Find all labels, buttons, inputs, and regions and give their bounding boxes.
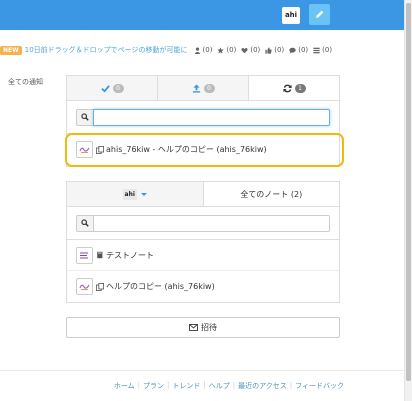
footer-link-home[interactable]: ホーム (114, 381, 135, 391)
footer-separator: | (137, 381, 141, 389)
notification-tabs: 0 0 1 (67, 76, 339, 101)
stat-stars-value: (0) (226, 46, 237, 54)
search-icon (81, 219, 89, 227)
tab-all-notes-label: 全てのノート (2) (240, 189, 303, 199)
notes-search (67, 207, 339, 240)
footer-link-recent[interactable]: 最近のアクセス (238, 381, 287, 391)
list-icon (313, 47, 320, 53)
book-icon (96, 251, 104, 259)
tab-updates[interactable]: 1 (249, 76, 339, 100)
heart-icon (241, 47, 248, 53)
tab-user-notes[interactable]: ahi (67, 182, 204, 206)
notification-search-input[interactable] (93, 108, 330, 126)
stat-users[interactable]: (0) (194, 46, 213, 54)
scrollbar[interactable] (404, 0, 412, 401)
footer-separator: | (289, 381, 293, 389)
footer-link-feedback[interactable]: フィードバック (295, 381, 344, 391)
chevron-down-icon (140, 192, 147, 196)
pencil-icon (316, 10, 324, 18)
star-icon (217, 46, 225, 54)
news-link[interactable]: 10日前ドラッグ＆ドロップでページの移動が可能に (25, 45, 188, 55)
user-avatar-button[interactable]: ahi (282, 7, 300, 24)
note-scribble-icon (79, 284, 90, 290)
note-list-item[interactable]: テストノート (67, 240, 339, 271)
info-line: NEW 10日前ドラッグ＆ドロップでページの移動が可能に (0) (0) (0)… (0, 44, 404, 56)
stat-lists[interactable]: (0) (313, 46, 332, 54)
search-icon (81, 113, 89, 121)
stat-likes[interactable]: (0) (265, 46, 284, 54)
footer-links: ホーム | プラン | トレンド | ヘルプ | 最近のアクセス | フィードバック (114, 381, 344, 391)
stat-users-value: (0) (202, 46, 213, 54)
updates-count: 1 (294, 83, 306, 93)
notes-panel: ahi 全てのノート (2) テストノート ヘルプのコピー (ahis_76ki… (66, 181, 340, 303)
search-addon (76, 108, 93, 126)
notification-search (67, 101, 339, 134)
stat-lists-value: (0) (322, 46, 333, 54)
highlight-box (65, 133, 344, 167)
stat-likes-value: (0) (274, 46, 285, 54)
note-scribble-icon (80, 252, 88, 258)
footer-link-plan[interactable]: プラン (143, 381, 164, 391)
scrollbar-thumb[interactable] (406, 3, 411, 381)
notes-search-input[interactable] (93, 214, 330, 232)
stat-comments-value: (0) (298, 46, 309, 54)
top-bar: ahi (0, 0, 404, 30)
tab-all-notes[interactable]: 全てのノート (2) (203, 182, 339, 206)
new-badge: NEW (0, 45, 22, 55)
copy-icon (96, 282, 104, 291)
refresh-icon (282, 84, 292, 92)
comment-icon (289, 47, 296, 54)
all-notifications-label[interactable]: 全ての通知 (8, 77, 43, 87)
footer-link-help[interactable]: ヘルプ (209, 381, 230, 391)
edit-button[interactable] (309, 4, 330, 25)
stat-comments[interactable]: (0) (289, 46, 308, 54)
stat-stars[interactable]: (0) (217, 46, 236, 54)
upload-icon (192, 83, 200, 93)
note-tabs: ahi 全てのノート (2) (67, 182, 339, 207)
footer-divider (0, 370, 404, 371)
checked-count: 0 (112, 83, 124, 93)
note-list-item[interactable]: ヘルプのコピー (ahis_76kiw) (67, 271, 339, 302)
footer-separator: | (203, 381, 206, 389)
tab-checked[interactable]: 0 (67, 76, 158, 100)
footer-link-trend[interactable]: トレンド (172, 381, 200, 391)
uploads-count: 0 (203, 83, 215, 93)
footer-separator: | (167, 381, 170, 389)
stat-hearts[interactable]: (0) (241, 46, 260, 54)
thumbs-up-icon (265, 46, 272, 54)
tab-uploads[interactable]: 0 (158, 76, 249, 100)
invite-button[interactable]: 招待 (66, 317, 340, 338)
envelope-icon (189, 324, 198, 331)
note-thumbnail (76, 246, 93, 264)
note-item-text: ヘルプのコピー (ahis_76kiw) (106, 282, 215, 291)
check-icon (100, 84, 110, 93)
user-avatar-mini: ahi (122, 188, 137, 200)
note-item-text: テストノート (106, 250, 154, 260)
search-addon (76, 214, 93, 232)
stat-hearts-value: (0) (250, 46, 261, 54)
user-icon (194, 46, 200, 54)
note-thumbnail (76, 278, 93, 295)
footer-separator: | (232, 381, 236, 389)
invite-label: 招待 (201, 323, 217, 332)
